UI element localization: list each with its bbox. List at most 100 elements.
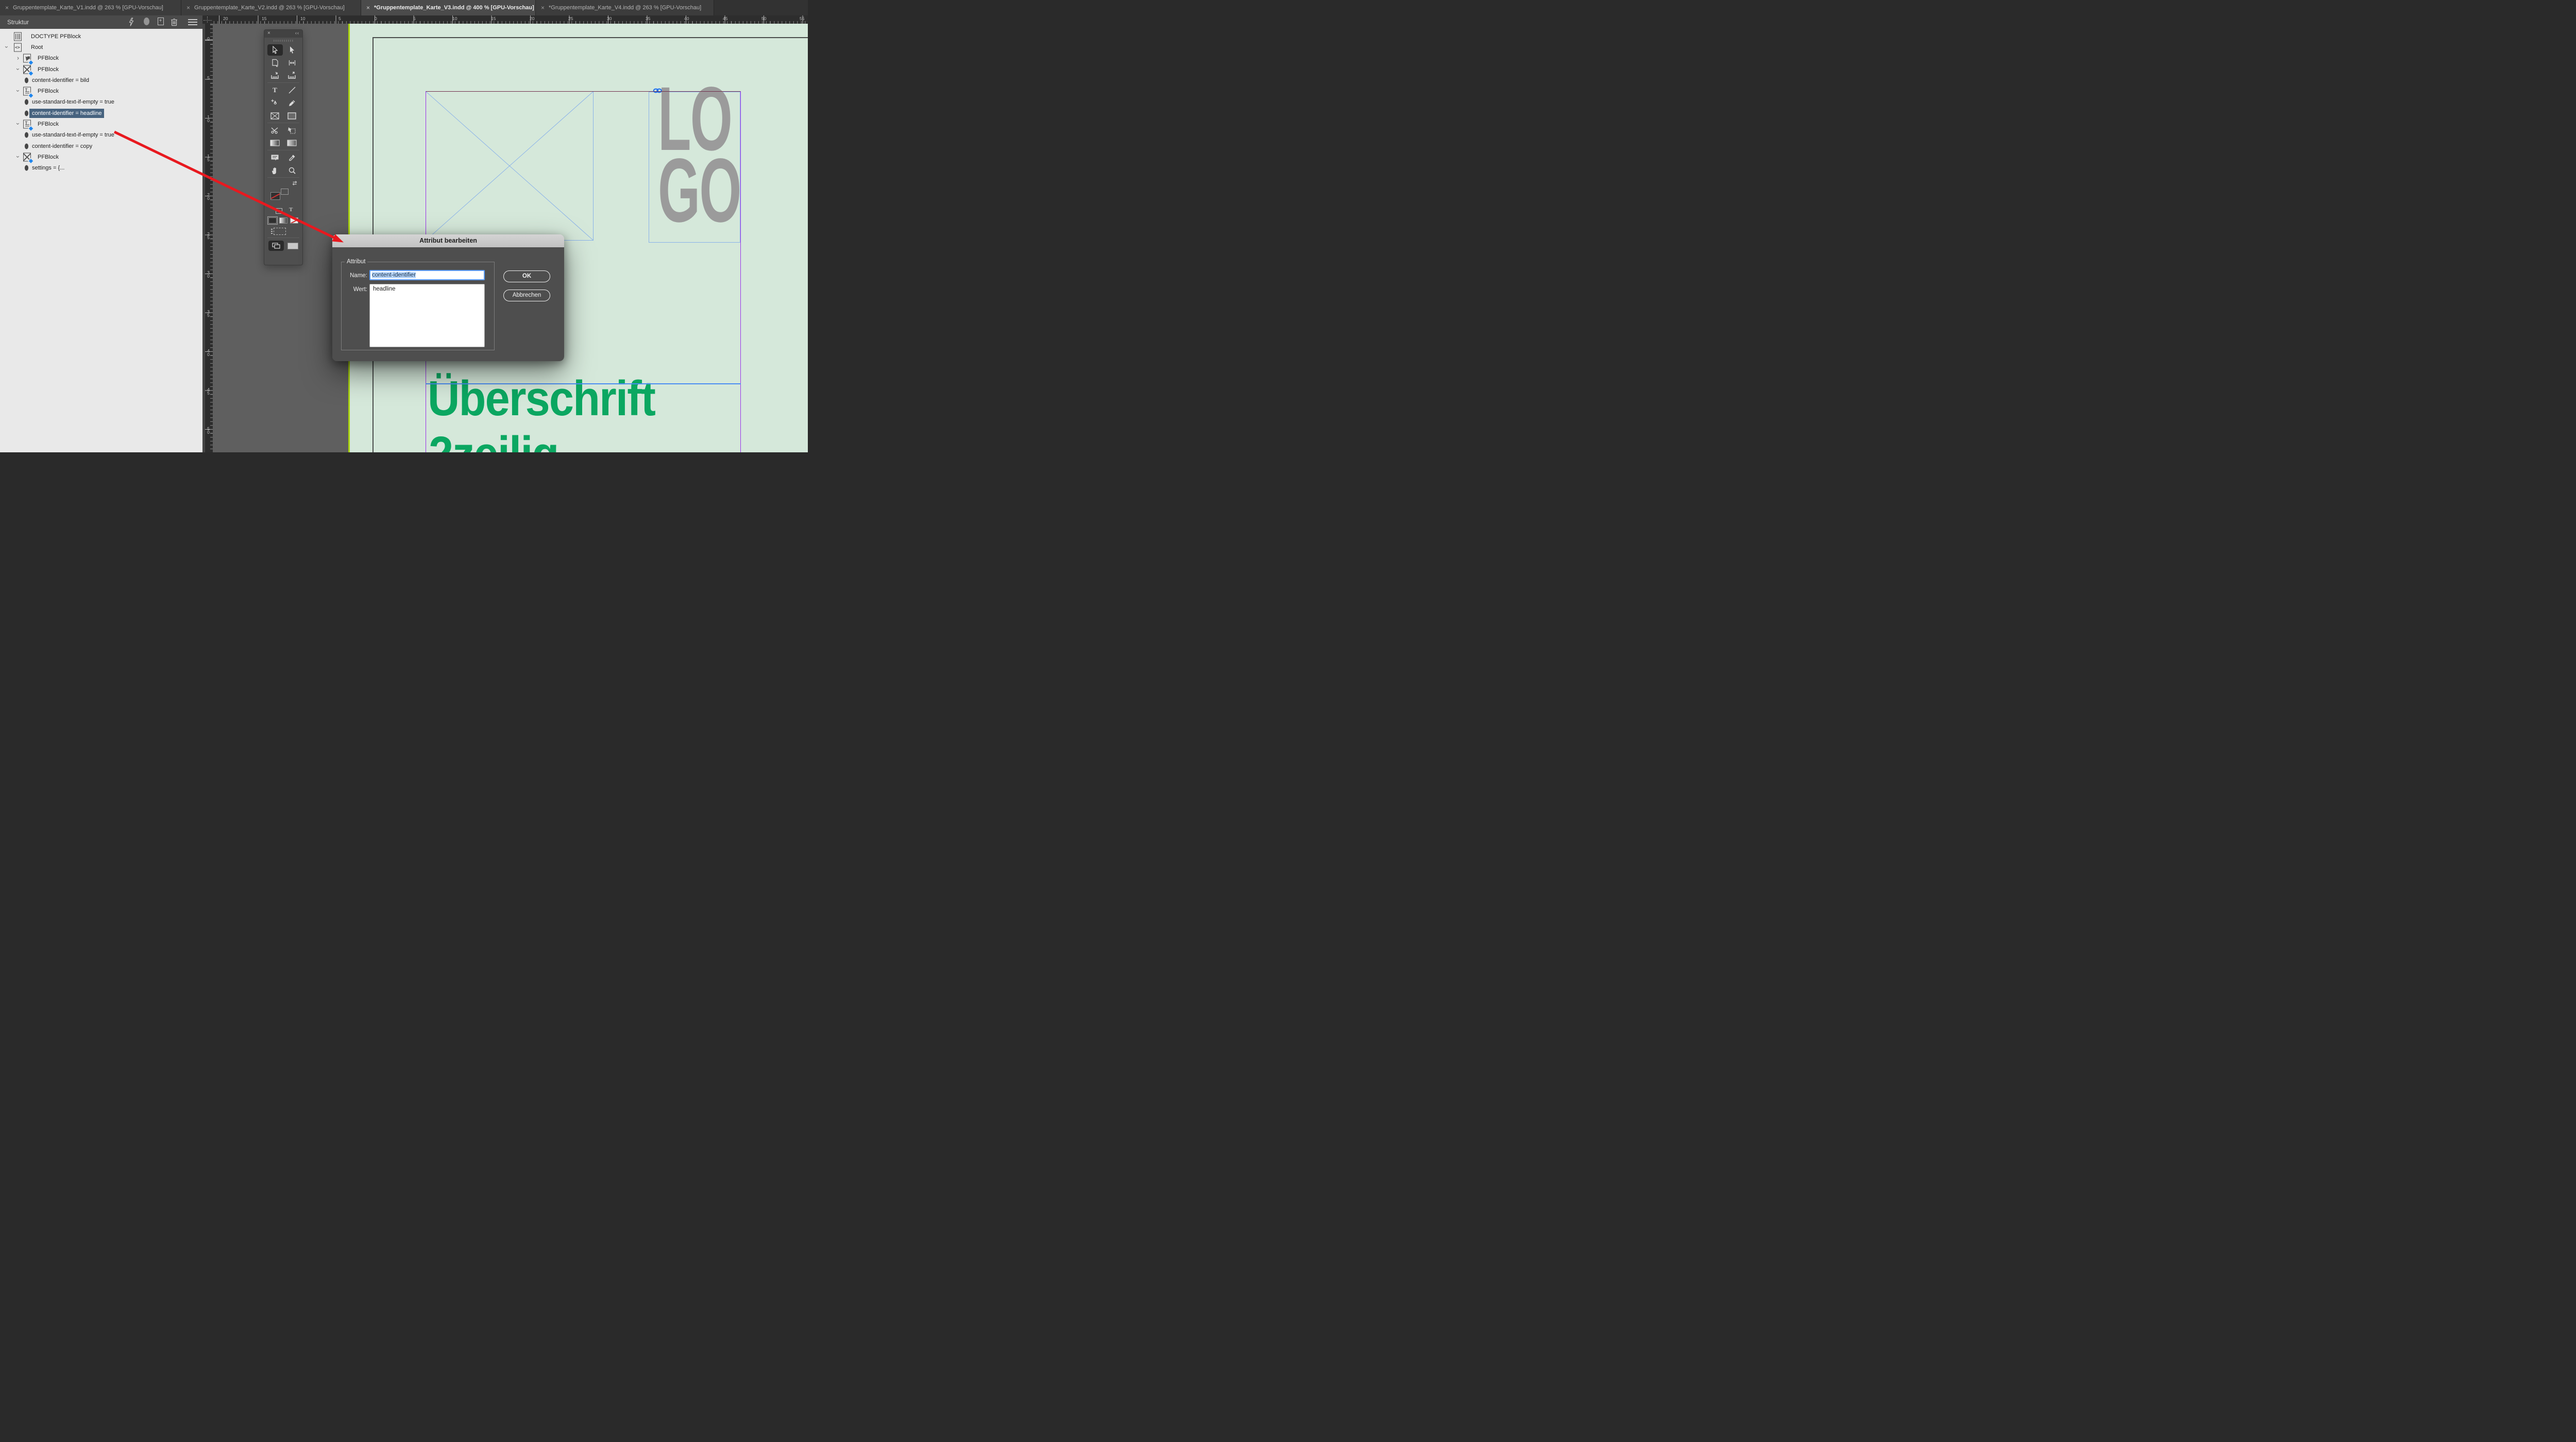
gradient-swatch-tool[interactable]	[267, 138, 283, 149]
validate-structure-icon[interactable]	[128, 18, 134, 27]
vertical-ruler[interactable]: 051 01 52 02 53 03 54 04 55 0	[205, 24, 213, 452]
structure-row-label: settings = {...	[32, 165, 64, 171]
headline-text-line1[interactable]: Überschrift	[428, 374, 655, 423]
hand-tool[interactable]	[267, 165, 283, 176]
structure-row-label: PFBlock	[38, 55, 59, 61]
pen-tool[interactable]	[267, 97, 283, 109]
structure-row-label: content-identifier = copy	[32, 143, 92, 149]
structure-row-label: Root	[31, 44, 43, 50]
structure-attribute-row[interactable]: use-standard-text-if-empty = true	[0, 130, 202, 141]
add-element-icon[interactable]	[158, 18, 164, 25]
apply-last-used-icon[interactable]	[274, 228, 286, 235]
text-block-icon	[23, 120, 31, 129]
logo-placeholder-text[interactable]: LO GO	[658, 83, 741, 227]
ruler-number: 5 0	[206, 427, 211, 434]
apply-gradient-button[interactable]	[279, 217, 287, 224]
view-mode-normal-button[interactable]	[268, 241, 284, 251]
tab-close-icon[interactable]: ×	[187, 5, 190, 11]
delete-element-icon[interactable]	[171, 18, 178, 26]
structure-row-label: PFBlock	[38, 121, 59, 127]
structure-attribute-row[interactable]: content-identifier = copy	[0, 141, 202, 151]
panel-grip[interactable]	[274, 40, 293, 42]
structure-attribute-row[interactable]: content-identifier = headline	[0, 108, 202, 118]
cancel-button[interactable]: Abbrechen	[503, 290, 550, 301]
dialog-title[interactable]: Attribut bearbeiten	[332, 234, 564, 247]
structure-tree: DOCTYPE PFBlock Root PFBlock PFBlock content…	[0, 29, 202, 452]
tab-close-icon[interactable]: ×	[5, 5, 9, 11]
panel-menu-icon[interactable]	[188, 22, 197, 23]
pencil-tool[interactable]	[284, 97, 300, 109]
content-collector-tool[interactable]	[267, 70, 283, 81]
eyedropper-tool[interactable]	[284, 152, 300, 163]
structure-element-row[interactable]: PFBlock	[0, 53, 202, 64]
doctype-icon	[14, 32, 22, 41]
apply-color-button[interactable]	[268, 217, 277, 224]
structure-attribute-row[interactable]: settings = {...	[0, 163, 202, 174]
content-placer-tool[interactable]	[284, 70, 300, 81]
gap-tool[interactable]	[284, 57, 300, 69]
structure-row-label: content-identifier = bild	[32, 77, 89, 83]
structure-attribute-row[interactable]: use-standard-text-if-empty = true	[0, 97, 202, 108]
page-tool[interactable]	[267, 57, 283, 69]
structure-attribute-row[interactable]: content-identifier = bild	[0, 75, 202, 86]
collapse-chevron-icon[interactable]	[15, 65, 21, 73]
ruler-number: 0	[206, 37, 211, 41]
view-mode-preview-button[interactable]	[287, 243, 298, 249]
fill-color-well[interactable]	[270, 192, 280, 200]
image-placeholder-frame[interactable]	[426, 91, 594, 241]
gradient-feather-tool[interactable]	[284, 138, 300, 149]
scissors-tool[interactable]	[267, 125, 283, 136]
document-tab[interactable]: × *Gruppentemplate_Karte_V3.indd @ 400 % …	[361, 0, 536, 15]
stroke-color-well[interactable]	[281, 189, 289, 195]
indesign-window: ×Gruppentemplate_Karte_V1.indd @ 263 % […	[0, 0, 808, 452]
ruler-number: 4 5	[206, 388, 211, 395]
structure-element-row[interactable]: Root	[0, 42, 202, 53]
ok-button[interactable]: OK	[503, 270, 550, 282]
tools-panel-titlebar[interactable]: × ‹‹	[264, 30, 302, 38]
free-transform-tool[interactable]	[284, 125, 300, 136]
ruler-number: 30	[607, 16, 612, 21]
direct-selection-tool[interactable]	[284, 44, 300, 56]
selected-text-frame-edge[interactable]	[426, 383, 741, 385]
apply-none-button[interactable]	[290, 217, 298, 224]
collapse-chevron-icon[interactable]	[15, 153, 21, 160]
zoom-tool[interactable]	[284, 165, 300, 176]
ruler-number: 15	[262, 16, 266, 21]
formatting-affects-container-icon[interactable]	[276, 208, 282, 214]
document-tab[interactable]: ×Gruppentemplate_Karte_V1.indd @ 263 % […	[0, 0, 181, 15]
ruler-number: 10	[452, 16, 457, 21]
ruler-number: 40	[684, 16, 689, 21]
structure-row-label: PFBlock	[38, 88, 59, 94]
collapse-chevron-icon[interactable]	[15, 120, 21, 127]
ruler-origin-corner[interactable]	[202, 15, 213, 24]
headline-text-line2[interactable]: 2zeilig	[429, 430, 558, 452]
swap-fill-stroke-icon[interactable]	[291, 180, 298, 186]
note-tool[interactable]	[267, 152, 283, 163]
tab-close-icon[interactable]: ×	[541, 5, 545, 11]
horizontal-ruler[interactable]: 20151050510152025303540455055	[205, 15, 808, 24]
structure-element-row[interactable]: DOCTYPE PFBlock	[0, 31, 202, 42]
tab-close-icon[interactable]: ×	[366, 5, 370, 11]
selection-tool[interactable]	[267, 44, 283, 56]
tab-label: *Gruppentemplate_Karte_V3.indd @ 400 % […	[374, 5, 534, 11]
document-tab[interactable]: ×Gruppentemplate_Karte_V2.indd @ 263 % […	[181, 0, 361, 15]
structure-element-row[interactable]: PFBlock	[0, 118, 202, 129]
attribute-name-input[interactable]: content-identifier	[369, 270, 485, 280]
rectangle-tool[interactable]	[284, 110, 300, 122]
panel-collapse-icon[interactable]: ‹‹	[295, 30, 299, 36]
graphic-block-icon	[23, 54, 31, 63]
formatting-affects-text-icon[interactable]: T	[289, 207, 293, 213]
collapse-chevron-icon[interactable]	[15, 87, 21, 94]
expand-chevron-icon[interactable]	[15, 55, 21, 62]
frame-tool[interactable]	[267, 110, 283, 122]
structure-element-row[interactable]: PFBlock	[0, 151, 202, 162]
margin-guide-top	[426, 91, 741, 92]
structure-element-row[interactable]: PFBlock	[0, 64, 202, 75]
document-tab[interactable]: ×*Gruppentemplate_Karte_V4.indd @ 263 % …	[536, 0, 714, 15]
attribute-value-input[interactable]: headline	[369, 284, 485, 347]
structure-element-row[interactable]: PFBlock	[0, 86, 202, 96]
line-tool[interactable]	[284, 84, 300, 96]
panel-close-icon[interactable]: ×	[267, 30, 270, 36]
type-tool[interactable]: T	[267, 84, 283, 96]
collapse-chevron-icon[interactable]	[4, 43, 9, 50]
